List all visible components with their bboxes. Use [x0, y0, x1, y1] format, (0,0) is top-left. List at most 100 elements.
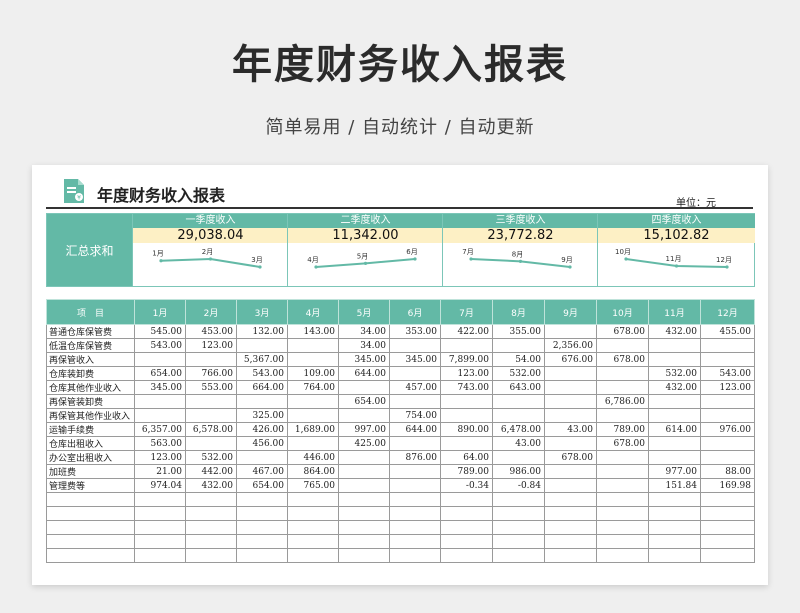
value-cell[interactable]: [596, 534, 649, 549]
value-cell[interactable]: [440, 548, 493, 563]
value-cell[interactable]: 743.00: [440, 380, 493, 395]
value-cell[interactable]: [544, 506, 597, 521]
value-cell[interactable]: 678.00: [544, 450, 597, 465]
value-cell[interactable]: [648, 506, 701, 521]
value-cell[interactable]: [389, 338, 441, 353]
value-cell[interactable]: [544, 366, 597, 381]
row-label-cell[interactable]: 再保管其他作业收入: [46, 408, 135, 423]
value-cell[interactable]: [440, 534, 493, 549]
value-cell[interactable]: 426.00: [236, 422, 288, 437]
value-cell[interactable]: [492, 548, 545, 563]
value-cell[interactable]: 643.00: [492, 380, 545, 395]
value-cell[interactable]: 54.00: [492, 352, 545, 367]
value-cell[interactable]: [596, 366, 649, 381]
value-cell[interactable]: 6,786.00: [596, 394, 649, 409]
value-cell[interactable]: [338, 548, 390, 563]
value-cell[interactable]: [389, 520, 441, 535]
value-cell[interactable]: 532.00: [648, 366, 701, 381]
value-cell[interactable]: 132.00: [236, 324, 288, 339]
value-cell[interactable]: [648, 492, 701, 507]
value-cell[interactable]: [134, 548, 186, 563]
value-cell[interactable]: [338, 520, 390, 535]
value-cell[interactable]: [236, 450, 288, 465]
value-cell[interactable]: [338, 534, 390, 549]
value-cell[interactable]: [389, 436, 441, 451]
row-label-cell[interactable]: [46, 520, 135, 535]
value-cell[interactable]: [287, 534, 339, 549]
value-cell[interactable]: [700, 534, 755, 549]
value-cell[interactable]: [492, 450, 545, 465]
value-cell[interactable]: 864.00: [287, 464, 339, 479]
value-cell[interactable]: [700, 492, 755, 507]
value-cell[interactable]: 543.00: [134, 338, 186, 353]
value-cell[interactable]: 6,357.00: [134, 422, 186, 437]
value-cell[interactable]: 977.00: [648, 464, 701, 479]
value-cell[interactable]: [492, 520, 545, 535]
value-cell[interactable]: [596, 408, 649, 423]
value-cell[interactable]: [440, 394, 493, 409]
value-cell[interactable]: 432.00: [185, 478, 237, 493]
value-cell[interactable]: 34.00: [338, 324, 390, 339]
value-cell[interactable]: 345.00: [338, 352, 390, 367]
value-cell[interactable]: [700, 352, 755, 367]
value-cell[interactable]: 789.00: [596, 422, 649, 437]
value-cell[interactable]: 6,478.00: [492, 422, 545, 437]
value-cell[interactable]: 765.00: [287, 478, 339, 493]
value-cell[interactable]: [287, 548, 339, 563]
value-cell[interactable]: 432.00: [648, 380, 701, 395]
value-cell[interactable]: 43.00: [492, 436, 545, 451]
value-cell[interactable]: [389, 506, 441, 521]
value-cell[interactable]: 151.84: [648, 478, 701, 493]
value-cell[interactable]: [236, 394, 288, 409]
value-cell[interactable]: 654.00: [134, 366, 186, 381]
value-cell[interactable]: [134, 492, 186, 507]
value-cell[interactable]: 532.00: [185, 450, 237, 465]
value-cell[interactable]: [134, 408, 186, 423]
value-cell[interactable]: 974.04: [134, 478, 186, 493]
row-label-cell[interactable]: 仓库其他作业收入: [46, 380, 135, 395]
value-cell[interactable]: 456.00: [236, 436, 288, 451]
value-cell[interactable]: 789.00: [440, 464, 493, 479]
value-cell[interactable]: [544, 492, 597, 507]
value-cell[interactable]: [648, 520, 701, 535]
value-cell[interactable]: [134, 506, 186, 521]
row-label-cell[interactable]: 加班费: [46, 464, 135, 479]
value-cell[interactable]: [338, 408, 390, 423]
value-cell[interactable]: [134, 534, 186, 549]
row-label-cell[interactable]: 再保管装卸费: [46, 394, 135, 409]
value-cell[interactable]: 432.00: [648, 324, 701, 339]
value-cell[interactable]: [134, 394, 186, 409]
row-label-cell[interactable]: 仓库出租收入: [46, 436, 135, 451]
value-cell[interactable]: 345.00: [389, 352, 441, 367]
value-cell[interactable]: 543.00: [700, 366, 755, 381]
value-cell[interactable]: 766.00: [185, 366, 237, 381]
value-cell[interactable]: -0.84: [492, 478, 545, 493]
value-cell[interactable]: 442.00: [185, 464, 237, 479]
value-cell[interactable]: [389, 534, 441, 549]
value-cell[interactable]: 678.00: [596, 352, 649, 367]
value-cell[interactable]: [338, 492, 390, 507]
value-cell[interactable]: 654.00: [338, 394, 390, 409]
value-cell[interactable]: 123.00: [700, 380, 755, 395]
value-cell[interactable]: [544, 324, 597, 339]
value-cell[interactable]: [492, 506, 545, 521]
value-cell[interactable]: [134, 520, 186, 535]
value-cell[interactable]: 457.00: [389, 380, 441, 395]
value-cell[interactable]: [700, 394, 755, 409]
value-cell[interactable]: [544, 548, 597, 563]
value-cell[interactable]: [544, 534, 597, 549]
value-cell[interactable]: [492, 492, 545, 507]
value-cell[interactable]: [596, 380, 649, 395]
value-cell[interactable]: [236, 338, 288, 353]
value-cell[interactable]: [648, 534, 701, 549]
value-cell[interactable]: [648, 352, 701, 367]
value-cell[interactable]: 644.00: [338, 366, 390, 381]
value-cell[interactable]: 664.00: [236, 380, 288, 395]
value-cell[interactable]: 644.00: [389, 422, 441, 437]
value-cell[interactable]: [596, 548, 649, 563]
value-cell[interactable]: [544, 394, 597, 409]
value-cell[interactable]: [236, 506, 288, 521]
value-cell[interactable]: [338, 380, 390, 395]
value-cell[interactable]: [596, 338, 649, 353]
value-cell[interactable]: 455.00: [700, 324, 755, 339]
